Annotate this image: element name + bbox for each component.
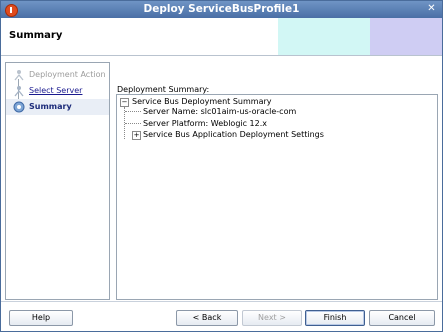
tree-root[interactable]: Service Bus Deployment Summary (132, 97, 272, 106)
step-person-icon (14, 86, 24, 97)
tree-guide-line (125, 111, 141, 112)
page-title: Summary (9, 30, 63, 41)
wizard-steps-panel: Deployment Action Select Server Summary (5, 62, 110, 300)
tree-node-server-platform[interactable]: Server Platform: Weblogic 12.x (143, 119, 267, 128)
deployment-summary-label: Deployment Summary: (117, 85, 210, 94)
next-button[interactable]: Next > (242, 310, 302, 326)
step-label: Deployment Action (29, 70, 106, 79)
step-select-server[interactable]: Select Server (6, 83, 109, 99)
header-band-lavender (370, 18, 442, 55)
step-label: Select Server (29, 86, 83, 95)
page-header: Summary (1, 18, 442, 56)
finish-button[interactable]: Finish (305, 310, 365, 326)
help-button[interactable]: Help (9, 310, 73, 326)
step-deployment-action[interactable]: Deployment Action (6, 67, 109, 83)
back-button[interactable]: < Back (176, 310, 238, 326)
expand-toggle-icon[interactable]: + (132, 131, 141, 140)
cancel-button[interactable]: Cancel (369, 310, 435, 326)
button-bar-separator (1, 301, 442, 302)
dialog-window: Deploy ServiceBusProfile1 ✕ Summary Depl… (0, 0, 443, 332)
step-current-icon (13, 101, 25, 113)
close-icon[interactable]: ✕ (425, 3, 438, 15)
window-title: Deploy ServiceBusProfile1 (143, 3, 300, 15)
step-label: Summary (29, 102, 72, 111)
collapse-toggle-icon[interactable]: − (120, 98, 129, 107)
tree-node-server-name[interactable]: Server Name: slc01aim-us-oracle-com (143, 107, 296, 116)
title-bar[interactable]: Deploy ServiceBusProfile1 ✕ (1, 1, 442, 18)
step-person-icon (14, 70, 24, 81)
step-summary[interactable]: Summary (6, 99, 109, 115)
header-band-cyan (278, 18, 370, 55)
summary-tree[interactable]: − Service Bus Deployment Summary Server … (116, 94, 438, 300)
tree-guide-line (125, 123, 141, 124)
tree-node-app-deployment-settings[interactable]: Service Bus Application Deployment Setti… (143, 130, 324, 139)
